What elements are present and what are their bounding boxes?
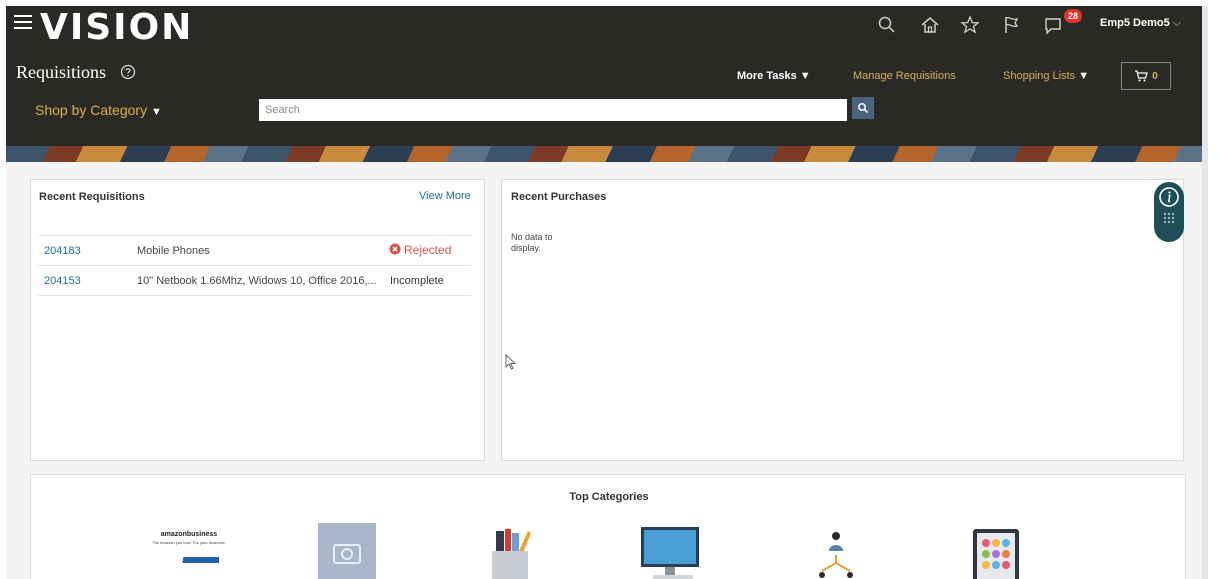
more-tasks-menu[interactable]: More Tasks ▼: [737, 70, 811, 82]
vision-logo: VISION: [40, 7, 194, 48]
mouse-cursor-icon: [505, 354, 517, 370]
top-categories-panel: Top Categories amazonbusiness The Amazon…: [30, 474, 1186, 579]
decorative-banner: [6, 146, 1208, 162]
home-icon[interactable]: [919, 14, 941, 36]
empty-state-line: display.: [511, 243, 541, 253]
user-name: Emp5 Demo5: [1100, 17, 1170, 29]
shopping-lists-label: Shopping Lists: [1003, 70, 1076, 82]
recent-purchases-panel: Recent Purchases No data to display.: [501, 179, 1184, 461]
office-supplies-category[interactable]: [486, 527, 534, 579]
watchlist-flag-icon[interactable]: [1000, 14, 1022, 36]
caret-down-icon: ▼: [799, 70, 811, 82]
photography-category[interactable]: [318, 523, 376, 579]
shop-by-category-menu[interactable]: Shop by Category ▼: [35, 102, 162, 118]
shop-by-category-label: Shop by Category: [35, 102, 148, 118]
caret-down-icon: ▼: [1078, 70, 1090, 82]
table-row: 204153 10" Netbook 1.66Mhz, Widows 10, O…: [38, 266, 471, 296]
computer-monitor-icon: [641, 527, 699, 579]
organization-people-icon: [819, 532, 853, 578]
help-icon[interactable]: [120, 64, 136, 80]
requisition-number-link[interactable]: 204183: [44, 245, 81, 257]
computers-category[interactable]: [635, 525, 705, 579]
amazon-business-tagline: The Amazon you love. For your business.: [152, 540, 226, 545]
amazon-swoosh-decoration: [159, 557, 219, 563]
shopping-lists-menu[interactable]: Shopping Lists ▼: [1003, 70, 1089, 82]
manage-requisitions-link[interactable]: Manage Requisitions: [853, 70, 956, 82]
requisition-number-link[interactable]: 204153: [44, 275, 81, 287]
empty-state-text: No data to display.: [511, 232, 553, 254]
empty-state-line: No data to: [511, 232, 553, 242]
shopping-cart-button[interactable]: 0: [1121, 62, 1171, 90]
tablets-category[interactable]: [971, 529, 1021, 579]
requisition-description: Mobile Phones: [137, 245, 210, 257]
top-categories-title: Top Categories: [569, 491, 649, 503]
requisition-status: Rejected: [404, 243, 452, 257]
caret-down-icon: ▼: [150, 106, 162, 118]
chevron-down-icon: ⌵: [1172, 17, 1182, 29]
search-button[interactable]: [852, 97, 874, 119]
requisition-description: 10" Netbook 1.66Mhz, Widows 10, Office 2…: [137, 275, 377, 287]
search-icon: [858, 103, 869, 114]
page-title: Requisitions: [16, 62, 107, 82]
services-category[interactable]: [814, 529, 858, 579]
vertical-scrollbar[interactable]: [1202, 6, 1208, 579]
favorites-star-icon[interactable]: [959, 14, 981, 36]
info-icon: [1159, 187, 1179, 224]
more-tasks-label: More Tasks: [737, 70, 797, 82]
info-widget[interactable]: [1154, 182, 1184, 242]
table-row: 204183 Mobile Phones Rejected: [38, 236, 471, 266]
notifications-icon[interactable]: [1042, 14, 1064, 36]
global-header: VISION 28 Emp5 Demo5 ⌵ Requisitions More…: [6, 6, 1208, 154]
user-menu[interactable]: Emp5 Demo5 ⌵: [1100, 17, 1181, 30]
requisition-status: Incomplete: [390, 275, 444, 287]
recent-requisitions-title: Recent Requisitions: [39, 191, 145, 203]
recent-requisitions-panel: Recent Requisitions View More 204183 Mob…: [30, 179, 485, 461]
cart-count: 0: [1152, 70, 1158, 82]
office-supplies-icon: [492, 529, 531, 579]
tablet-icon: [973, 529, 1019, 579]
amazon-business-category[interactable]: amazonbusiness The Amazon you love. For …: [151, 525, 227, 569]
notification-count-badge: 28: [1064, 9, 1082, 23]
search-input[interactable]: [259, 99, 847, 121]
hamburger-menu-icon[interactable]: [14, 15, 32, 29]
app-window: VISION 28 Emp5 Demo5 ⌵ Requisitions More…: [6, 6, 1208, 579]
view-more-link[interactable]: View More: [419, 190, 471, 202]
recent-purchases-title: Recent Purchases: [511, 191, 607, 203]
amazon-business-logo-text: amazonbusiness: [160, 531, 218, 538]
cart-icon: [1135, 70, 1149, 82]
search-icon[interactable]: [876, 14, 898, 36]
rejected-status-icon: [389, 243, 401, 258]
camera-icon: [333, 544, 361, 564]
